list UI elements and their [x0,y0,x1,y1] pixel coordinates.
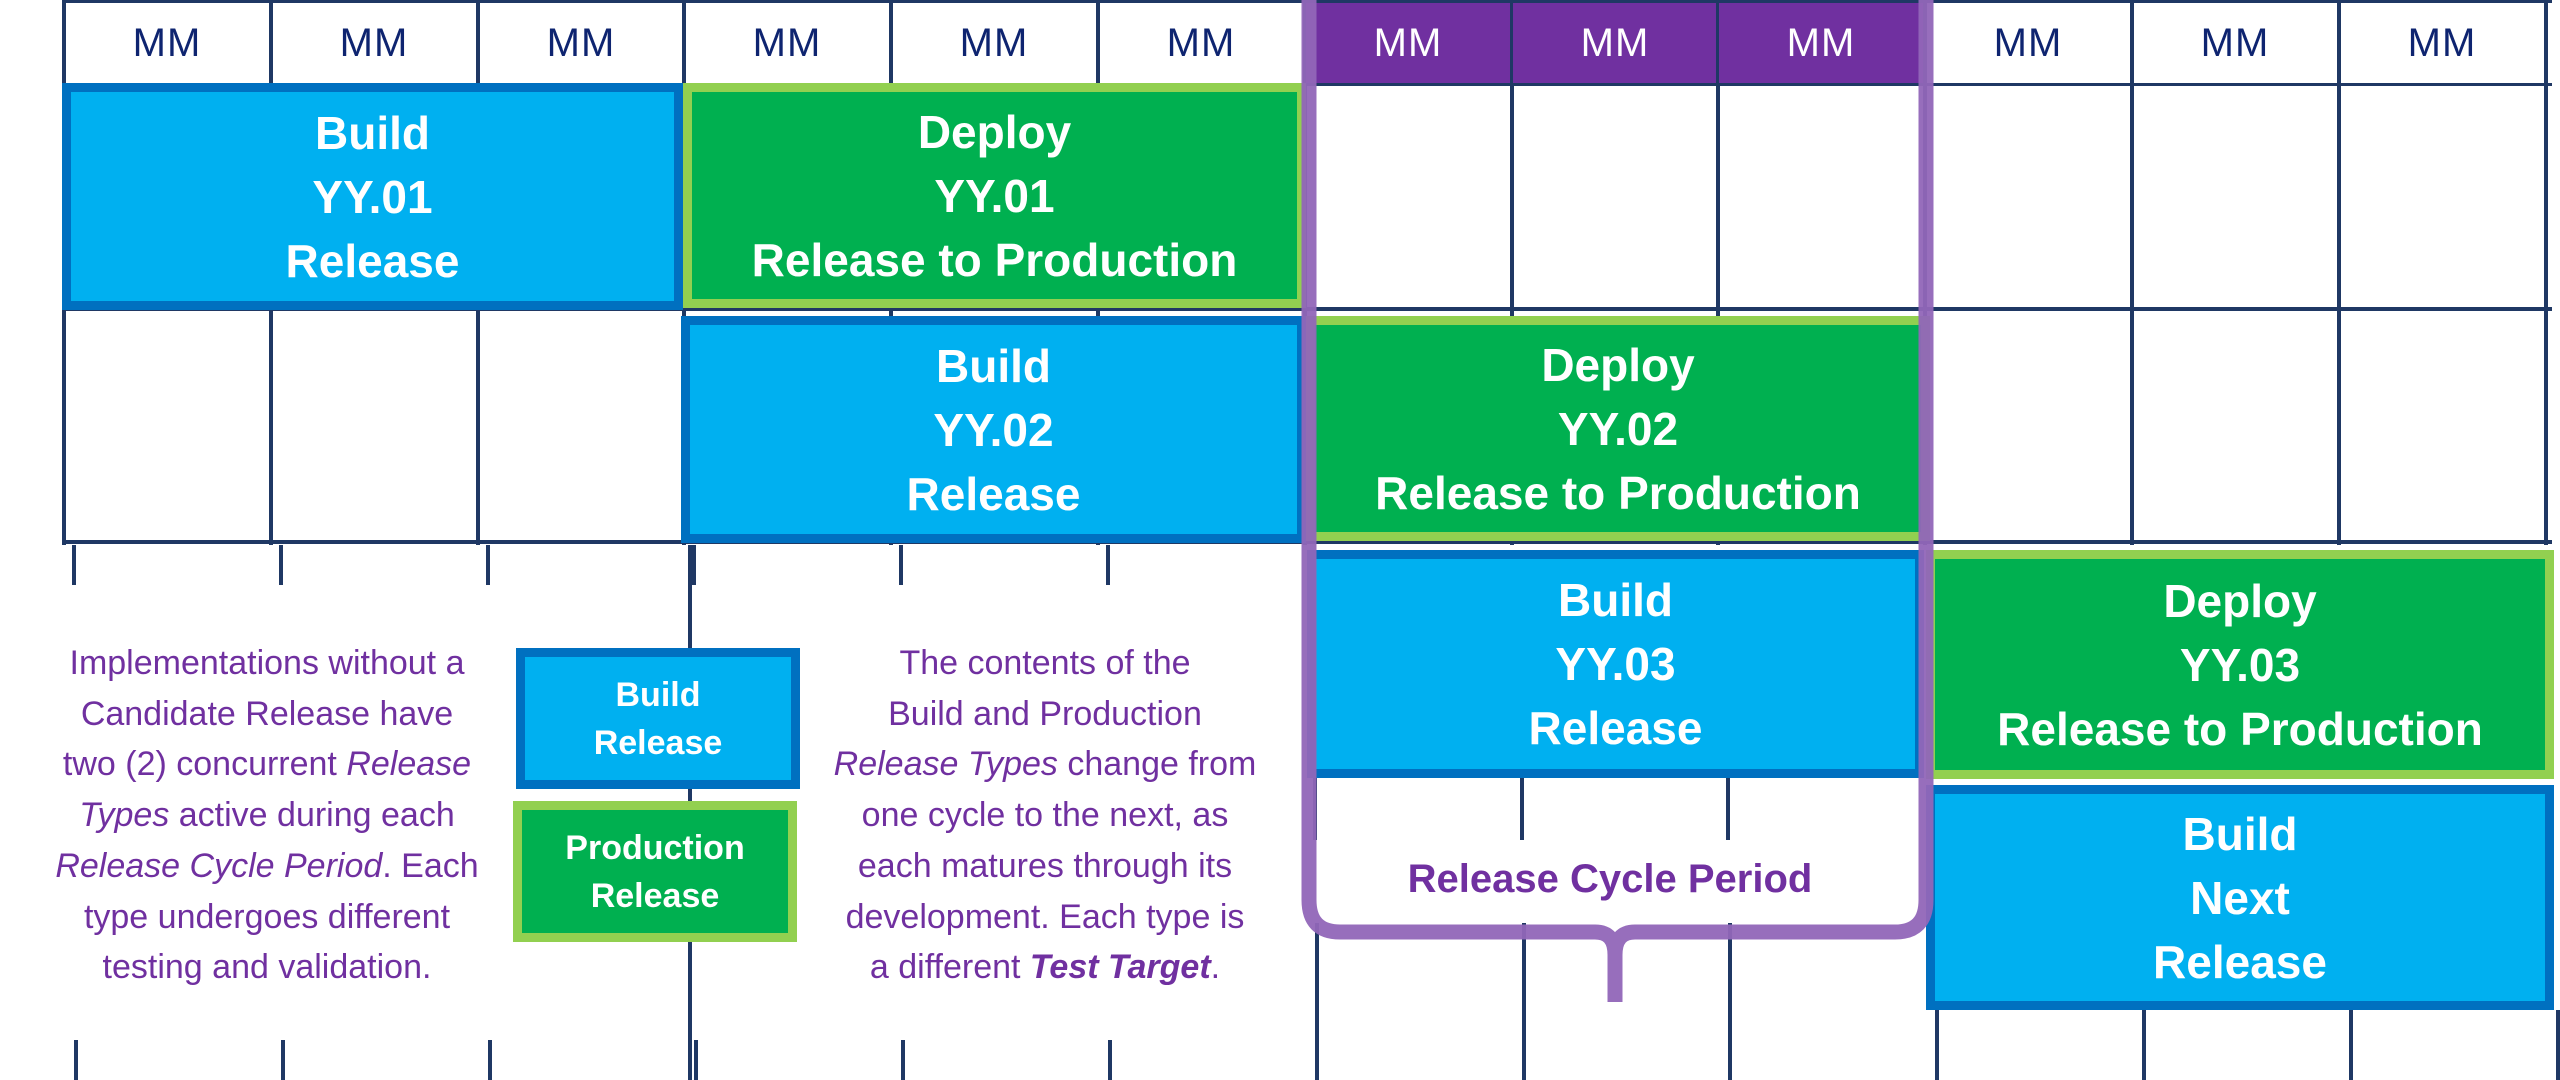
release-cycle-bracket [1301,0,1934,1002]
bracket-shape [1301,0,1934,1002]
release-cycle-period-label: Release Cycle Period [1407,857,1813,901]
